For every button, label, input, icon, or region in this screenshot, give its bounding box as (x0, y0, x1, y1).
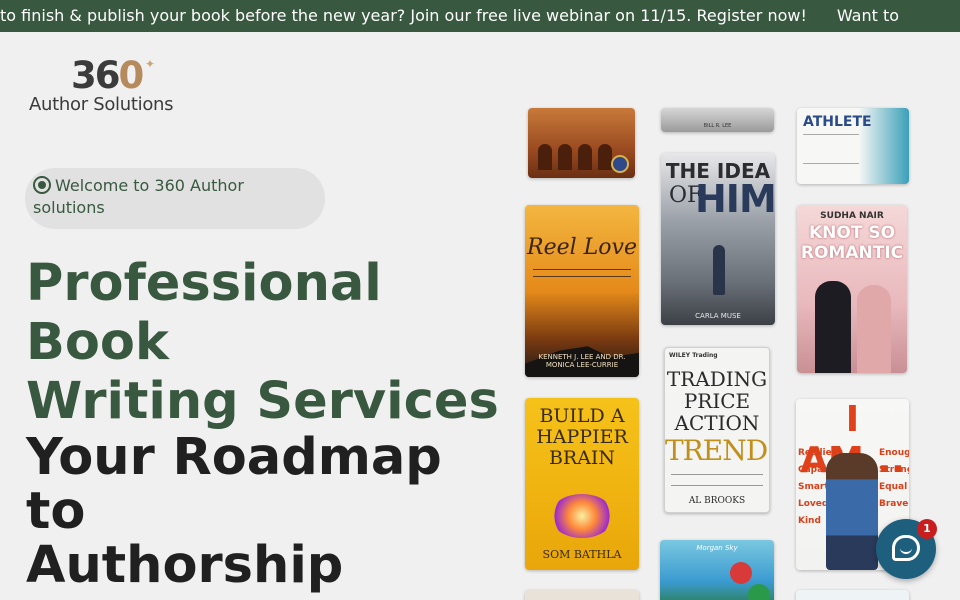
ornament-illustration (748, 584, 770, 600)
welcome-badge: Welcome to 360 Author solutions (25, 168, 325, 229)
book-cover-idea-of-him[interactable]: THE IDEA OF HIM CARLA MUSE (661, 153, 775, 325)
book-title: BUILD A HAPPIER BRAIN (536, 405, 628, 469)
cover-arch (538, 144, 552, 170)
cover-figure (713, 245, 725, 295)
publisher-label: WILEY Trading (669, 352, 718, 359)
headline-line-3: Writing Services (26, 372, 499, 431)
sparkle-icon: ✦ (145, 57, 156, 71)
book-cover-trading-trends[interactable]: WILEY Trading TRADING PRICE ACTION TREND… (664, 347, 770, 513)
book-author: CARLA MUSE (695, 312, 741, 320)
book-author: BILL R. LEE (703, 123, 732, 129)
chat-bubble-icon (892, 535, 920, 561)
book-author: SOM BATHLA (542, 548, 622, 561)
book-subtitle-rule (671, 474, 763, 486)
logo-digit-3: 3 (71, 54, 97, 97)
book-cover-partial[interactable] (525, 590, 639, 600)
cover-arch (578, 144, 592, 170)
welcome-text: Welcome to 360 Author solutions (33, 176, 244, 217)
subhead-line-1: Your Roadmap (26, 428, 442, 487)
book-cover-happier-brain[interactable]: BUILD A HAPPIER BRAIN SOM BATHLA (525, 398, 639, 570)
award-seal-icon (611, 155, 629, 173)
logo-digit-0: 0 (118, 54, 145, 97)
book-title-accent: TRENDS (665, 434, 769, 467)
book-author: AL BROOKS (688, 496, 746, 506)
book-title: TRADING PRICE ACTION (666, 367, 768, 435)
book-title: ATHLETE (803, 114, 872, 130)
announcement-text[interactable]: to finish & publish your book before the… (0, 0, 807, 32)
book-author: SUDHA NAIR (820, 211, 884, 221)
logo-wordmark: Author Solutions (29, 94, 174, 115)
announcement-text-repeat[interactable]: Want to (837, 0, 899, 32)
book-subtitle-rule (533, 269, 631, 277)
book-cover-colosseum[interactable] (528, 108, 635, 178)
headline-line-2: Book (26, 313, 169, 372)
announcement-bar[interactable]: to finish & publish your book before the… (0, 0, 960, 32)
book-title: KNOT SO ROMANTIC (800, 223, 904, 263)
radio-dot-icon (33, 176, 51, 194)
book-cover-partial[interactable] (796, 590, 909, 600)
site-logo[interactable]: 360 ✦ Author Solutions (29, 56, 199, 118)
book-cover-knot-so-romantic[interactable]: SUDHA NAIR KNOT SO ROMANTIC (797, 205, 907, 373)
cover-figure-woman (857, 285, 891, 373)
hero-headline: Professional Book Writing Services Your … (26, 254, 506, 593)
book-cover-top-middle[interactable]: BILL R. LEE (661, 108, 774, 132)
brain-illustration (550, 494, 614, 538)
book-cover-reel-love[interactable]: Reel Love KENNETH J. LEE AND DR. MONICA … (525, 205, 639, 377)
cover-words-right: Enough Strong Equal Brave (879, 448, 909, 509)
book-author: Morgan Sky (696, 544, 738, 552)
book-title-him: HIM (695, 177, 775, 221)
book-subtitle-rule (803, 134, 859, 164)
book-title: Reel Love (527, 235, 637, 260)
cover-figure (826, 453, 878, 570)
chat-notification-badge: 1 (917, 519, 937, 539)
cover-figure-man (815, 281, 851, 373)
subhead-line-2: to (26, 482, 86, 541)
logo-mark: 360 (71, 54, 145, 97)
subhead-line-3: Authorship (26, 536, 344, 595)
book-cover-young-athlete[interactable]: ATHLETE (797, 108, 909, 184)
cover-arch (558, 144, 572, 170)
logo-digit-6: 6 (94, 54, 121, 97)
book-cover-bunny[interactable]: Morgan Sky (660, 540, 774, 600)
cover-words-left: Resilient Capable Smart Loved Kind (798, 448, 843, 526)
ornament-illustration (730, 562, 752, 584)
cover-arch (598, 144, 612, 170)
book-author: KENNETH J. LEE AND DR. MONICA LEE-CURRIE (538, 353, 626, 369)
headline-line-1: Professional (26, 254, 382, 313)
